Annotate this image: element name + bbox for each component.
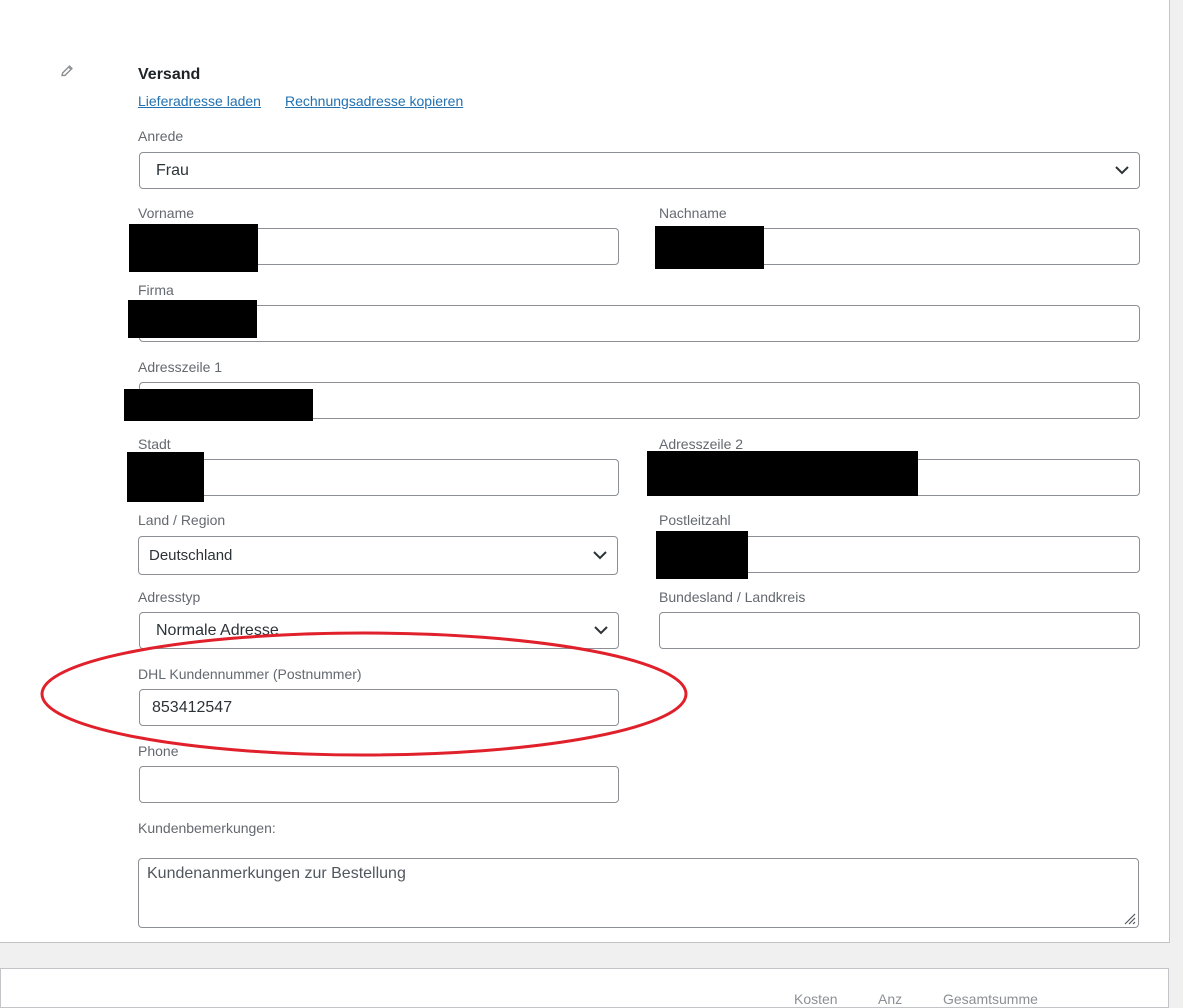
redacted-company bbox=[128, 300, 257, 338]
company-input[interactable] bbox=[139, 305, 1140, 342]
city-label: Stadt bbox=[138, 436, 171, 452]
state-input[interactable] bbox=[659, 612, 1140, 649]
dhl-customer-number-input[interactable]: 853412547 bbox=[139, 689, 619, 726]
country-label: Land / Region bbox=[138, 512, 226, 528]
shipping-panel: Versand Lieferadresse laden Rechnungsadr… bbox=[0, 0, 1170, 943]
address2-label: Adresszeile 2 bbox=[659, 436, 744, 452]
company-label: Firma bbox=[138, 282, 174, 298]
salutation-label: Anrede bbox=[138, 128, 184, 144]
state-label: Bundesland / Landkreis bbox=[659, 589, 806, 605]
address-type-label: Adresstyp bbox=[138, 589, 201, 605]
chevron-down-icon bbox=[594, 625, 608, 634]
pencil-icon[interactable] bbox=[59, 63, 75, 79]
country-select[interactable]: Deutschland bbox=[138, 536, 618, 575]
section-title: Versand bbox=[138, 66, 201, 83]
address-type-select[interactable]: Normale Adresse bbox=[139, 612, 619, 649]
phone-input[interactable] bbox=[139, 766, 619, 803]
customer-notes-label: Kundenbemerkungen: bbox=[138, 820, 276, 836]
redacted-address2 bbox=[647, 451, 918, 496]
column-cost: Kosten bbox=[794, 991, 838, 1007]
redacted-city bbox=[127, 452, 204, 502]
address1-label: Adresszeile 1 bbox=[138, 359, 223, 375]
customer-notes-textarea[interactable]: Kundenanmerkungen zur Bestellung bbox=[138, 858, 1139, 928]
redacted-first-name bbox=[129, 224, 258, 272]
chevron-down-icon bbox=[1115, 165, 1129, 174]
last-name-label: Nachname bbox=[659, 205, 727, 221]
redacted-postcode bbox=[656, 531, 748, 579]
phone-label: Phone bbox=[138, 743, 179, 759]
chevron-down-icon bbox=[593, 550, 607, 559]
customer-notes-placeholder: Kundenanmerkungen zur Bestellung bbox=[147, 865, 406, 882]
salutation-value: Frau bbox=[156, 161, 189, 179]
salutation-select[interactable]: Frau bbox=[139, 152, 1140, 189]
country-value: Deutschland bbox=[149, 547, 233, 564]
address-type-value: Normale Adresse bbox=[156, 621, 279, 639]
copy-billing-address-link[interactable]: Rechnungsadresse kopieren bbox=[285, 93, 463, 109]
redacted-last-name bbox=[655, 226, 764, 269]
postcode-label: Postleitzahl bbox=[659, 512, 731, 528]
dhl-customer-number-value: 853412547 bbox=[152, 698, 233, 716]
city-input[interactable] bbox=[139, 459, 619, 496]
column-total: Gesamtsumme bbox=[943, 991, 1038, 1007]
resize-grip-icon[interactable] bbox=[1122, 911, 1136, 925]
load-shipping-address-link[interactable]: Lieferadresse laden bbox=[138, 93, 261, 109]
dhl-customer-number-label: DHL Kundennummer (Postnummer) bbox=[138, 666, 362, 682]
column-quantity: Anz bbox=[878, 991, 903, 1007]
first-name-label: Vorname bbox=[138, 205, 195, 221]
order-items-header: Kosten Anz Gesamtsumme bbox=[0, 968, 1169, 1008]
redacted-address1 bbox=[124, 389, 313, 421]
